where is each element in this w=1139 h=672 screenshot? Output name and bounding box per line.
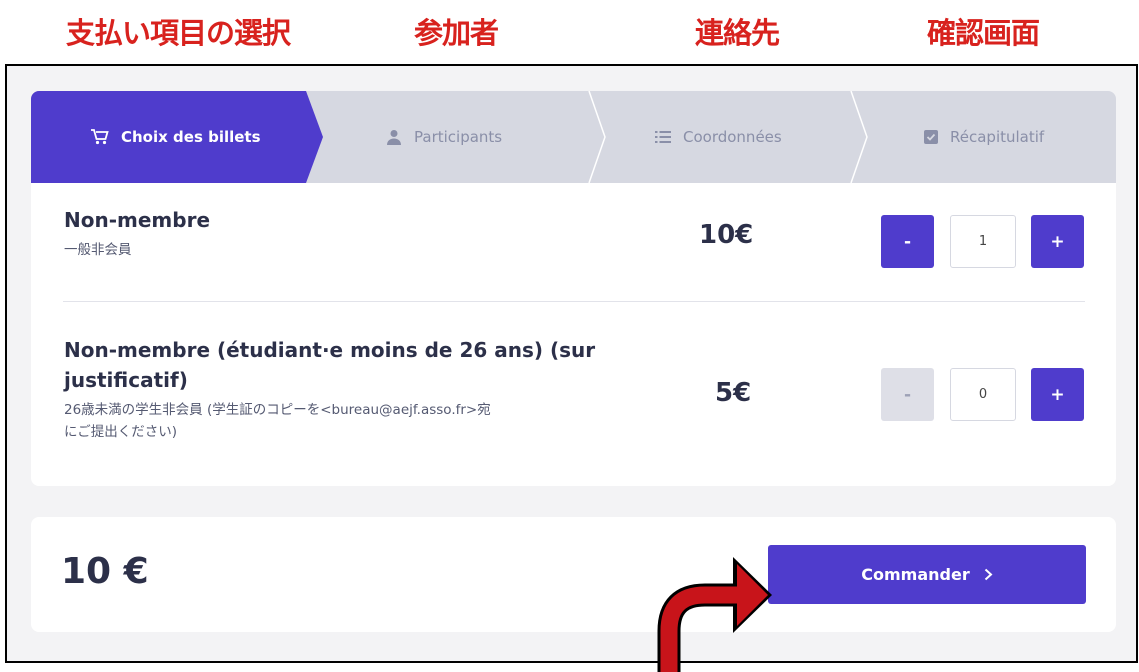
annotation-step1: 支払い項目の選択: [66, 16, 291, 50]
step-recapitulatif[interactable]: Récapitulatif: [924, 91, 1044, 183]
increase-quantity-button[interactable]: +: [1031, 215, 1084, 268]
ticket-description-line2: にご提出ください): [64, 424, 177, 440]
checkout-frame: Choix des billets Participants Coordonné…: [5, 64, 1138, 663]
annotation-step2: 参加者: [414, 16, 499, 50]
ticket-price: 5€: [715, 378, 752, 408]
order-button-label: Commander: [861, 565, 970, 584]
step-separator: [588, 91, 606, 183]
list-icon: [655, 131, 671, 143]
user-icon: [387, 130, 401, 145]
check-square-icon: [924, 130, 938, 144]
cart-icon: [91, 129, 109, 145]
ticket-name-line1: Non-membre (étudiant·e moins de 26 ans) …: [64, 338, 596, 362]
steps-bar: Choix des billets Participants Coordonné…: [31, 91, 1116, 183]
decrease-quantity-button[interactable]: -: [881, 215, 934, 268]
step-separator: [850, 91, 868, 183]
annotation-step4: 確認画面: [927, 16, 1040, 50]
step-label: Coordonnées: [683, 128, 782, 146]
annotation-step3: 連絡先: [695, 16, 780, 50]
step-label: Récapitulatif: [950, 128, 1045, 146]
step-participants[interactable]: Participants: [386, 91, 502, 183]
total-amount: 10 €: [61, 551, 149, 592]
step-label: Participants: [414, 128, 503, 146]
total-card: 10 € Commander: [31, 517, 1116, 632]
increase-quantity-button[interactable]: +: [1031, 368, 1084, 421]
ticket-description: 一般非会員: [64, 242, 132, 258]
ticket-name: Non-membre: [64, 208, 211, 232]
step-label: Choix des billets: [121, 128, 261, 146]
quantity-input[interactable]: [950, 215, 1016, 268]
ticket-name-line2: justificatif): [64, 368, 188, 392]
order-button[interactable]: Commander: [768, 545, 1086, 604]
ticket-divider: [63, 301, 1085, 302]
decrease-quantity-button[interactable]: -: [881, 368, 934, 421]
step-coordonnees[interactable]: Coordonnées: [655, 91, 782, 183]
quantity-input[interactable]: [950, 368, 1016, 421]
step-choix-des-billets[interactable]: Choix des billets: [91, 91, 261, 183]
chevron-right-icon: [984, 568, 993, 581]
ticket-price: 10€: [699, 220, 754, 250]
tickets-card: Non-membre 一般非会員 10€ - + Non-membre (étu…: [31, 183, 1116, 486]
ticket-description-line1: 26歳未満の学生非会員 (学生証のコピーを<bureau@aejf.asso.f…: [64, 402, 491, 418]
